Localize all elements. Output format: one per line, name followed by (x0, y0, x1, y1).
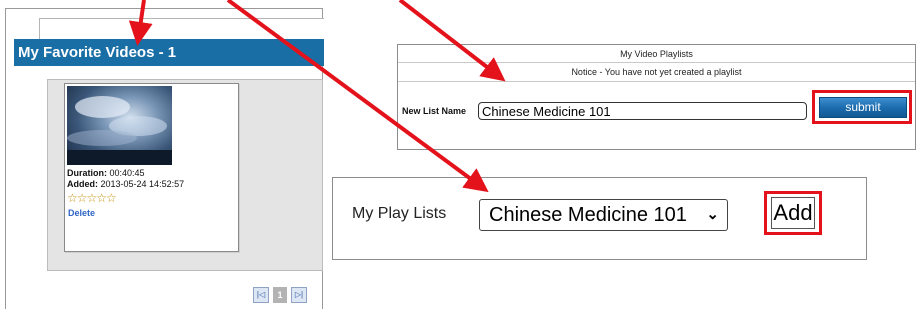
added-value: 2013-05-24 14:52:57 (100, 179, 185, 189)
new-list-name-input[interactable] (478, 102, 807, 120)
video-added: Added: 2013-05-24 14:52:57 (67, 179, 184, 190)
new-list-label: New List Name (402, 106, 467, 116)
first-page-button[interactable]: |◁ (253, 287, 269, 303)
favorites-title: My Favorite Videos - 1 (14, 39, 324, 66)
duration-label: Duration: (67, 168, 107, 178)
add-button[interactable]: Add (771, 197, 815, 229)
playlist-select-value: Chinese Medicine 101 (489, 204, 687, 226)
last-page-icon: ▷| (294, 290, 304, 299)
delete-link[interactable]: Delete (68, 208, 95, 218)
rating-stars[interactable]: ☆☆☆☆☆ (67, 192, 117, 204)
playlist-select[interactable]: Chinese Medicine 101 ⌄ (479, 199, 728, 231)
play-lists-label: My Play Lists (352, 205, 447, 222)
video-thumbnail[interactable] (67, 86, 172, 165)
first-page-icon: |◁ (256, 290, 266, 299)
chevron-down-icon: ⌄ (706, 206, 719, 223)
playlist-notice: Notice - You have not yet created a play… (398, 63, 915, 82)
current-page[interactable]: 1 (273, 287, 287, 303)
video-duration: Duration: 00:40:45 (67, 168, 145, 179)
submit-button[interactable]: submit (819, 97, 907, 118)
playlists-form-title: My Video Playlists (398, 46, 915, 63)
favorites-panel-frame (39, 18, 324, 40)
added-label: Added: (67, 179, 98, 189)
last-page-button[interactable]: ▷| (291, 287, 307, 303)
duration-value: 00:40:45 (109, 168, 145, 178)
